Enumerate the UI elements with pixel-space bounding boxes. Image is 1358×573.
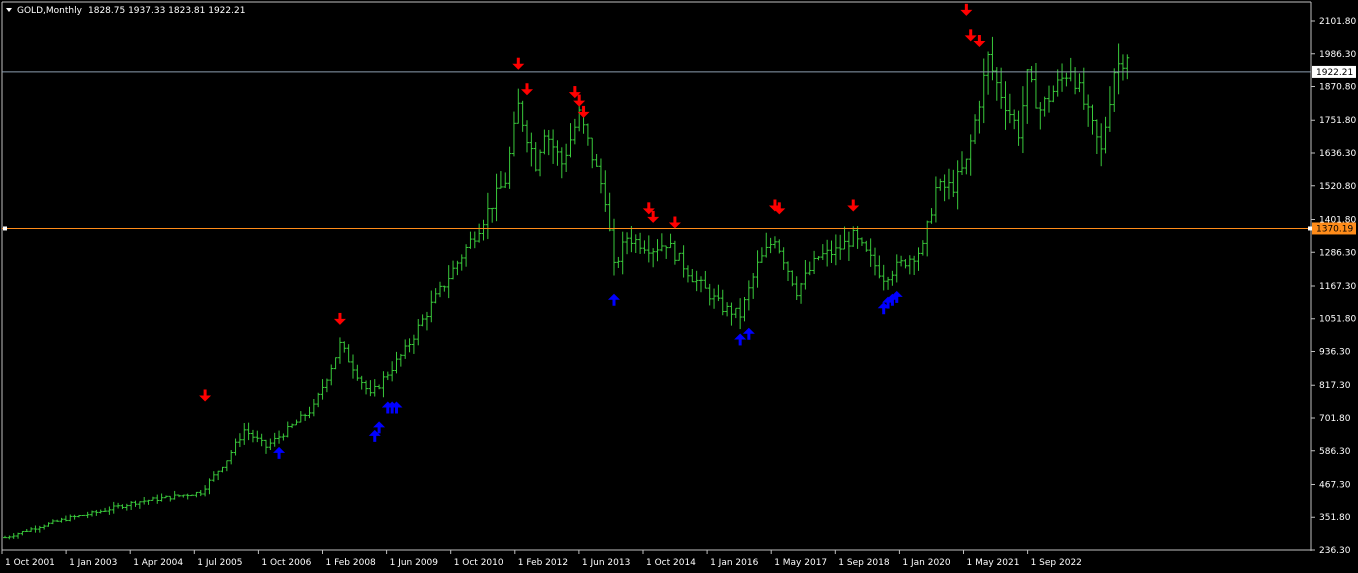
x-tick-label: 1 Oct 2006 (261, 558, 311, 568)
x-tick-label: 1 Feb 2008 (326, 558, 377, 568)
level-price-tag: 1370.19 (1316, 224, 1353, 234)
symbol-title: GOLD,Monthly (17, 6, 83, 16)
x-tick-label: 1 Jan 2016 (710, 558, 758, 568)
y-tick-label: 1986.30 (1319, 50, 1356, 60)
x-tick-label: 1 May 2021 (967, 558, 1020, 568)
chart-background (0, 0, 1358, 573)
y-tick-label: 1870.80 (1319, 83, 1356, 93)
x-tick-label: 1 Sep 2018 (838, 558, 890, 568)
x-tick-label: 1 Jun 2009 (390, 558, 439, 568)
x-tick-label: 1 Jan 2003 (69, 558, 117, 568)
x-tick-label: 1 Jan 2020 (902, 558, 950, 568)
chart-area[interactable]: 1922.21 1370.19 2101.80 1986.30 1870.80 1751… (0, 0, 1358, 573)
y-tick-label: 1520.80 (1319, 182, 1356, 192)
y-tick-label: 1167.30 (1319, 282, 1356, 292)
x-tick-label: 1 Oct 2014 (646, 558, 696, 568)
x-tick-label: 1 Jun 2013 (582, 558, 630, 568)
y-tick-label: 236.30 (1319, 546, 1351, 556)
current-price-tag: 1922.21 (1316, 68, 1353, 78)
x-tick-label: 1 May 2017 (774, 558, 827, 568)
y-tick-label: 351.80 (1319, 513, 1351, 523)
x-tick-label: 1 Oct 2010 (454, 558, 504, 568)
level-line-handle-right[interactable] (1308, 226, 1312, 231)
x-tick-label: 1 Jul 2005 (197, 558, 242, 568)
y-tick-label: 1636.30 (1319, 149, 1356, 159)
x-tick-label: 1 Oct 2001 (5, 558, 55, 568)
chart-header: GOLD,Monthly 1828.75 1937.33 1823.81 192… (6, 6, 245, 16)
x-tick-label: 1 Apr 2004 (133, 558, 183, 568)
y-tick-label: 936.30 (1319, 348, 1351, 358)
y-tick-label: 701.80 (1319, 414, 1351, 424)
y-tick-label: 467.30 (1319, 480, 1351, 490)
y-tick-label: 586.30 (1319, 447, 1351, 457)
level-line-handle-left[interactable] (3, 226, 7, 231)
y-tick-label: 817.30 (1319, 381, 1351, 391)
price-chart[interactable]: 1922.21 1370.19 2101.80 1986.30 1870.80 1751… (0, 0, 1358, 573)
ohlc-readout: 1828.75 1937.33 1823.81 1922.21 (88, 6, 245, 16)
y-tick-label: 1401.80 (1319, 215, 1356, 225)
y-tick-label: 1751.80 (1319, 116, 1356, 126)
y-tick-label: 1286.30 (1319, 248, 1356, 258)
x-tick-label: 1 Sep 2022 (1031, 558, 1082, 568)
ohlc-bar (81, 514, 86, 517)
y-tick-label: 1051.80 (1319, 315, 1356, 325)
x-tick-label: 1 Feb 2012 (518, 558, 568, 568)
y-tick-label: 2101.80 (1319, 17, 1356, 27)
